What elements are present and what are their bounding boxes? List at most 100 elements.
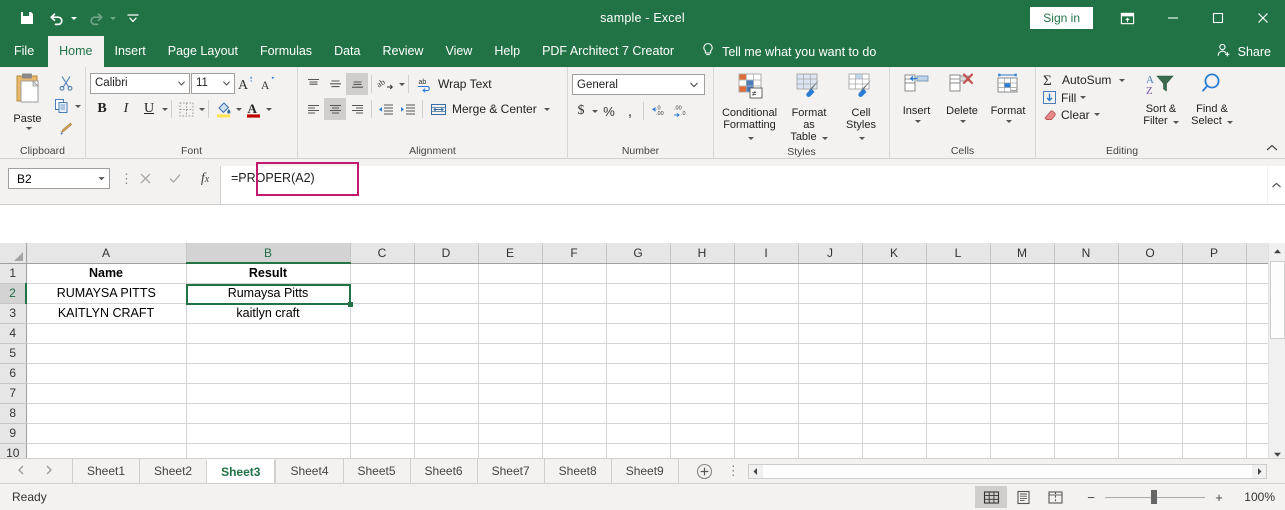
column-header-C[interactable]: C xyxy=(350,243,415,264)
column-header-P[interactable]: P xyxy=(1182,243,1247,264)
sheet-bar-grip[interactable]: ⋮ xyxy=(719,463,748,479)
cell-N6[interactable] xyxy=(1054,363,1119,384)
column-header-D[interactable]: D xyxy=(414,243,479,264)
scroll-right-button[interactable] xyxy=(1252,464,1266,478)
cell-O6[interactable] xyxy=(1118,363,1183,384)
cell-H9[interactable] xyxy=(670,423,735,444)
cell-C8[interactable] xyxy=(350,403,415,424)
cell-P5[interactable] xyxy=(1182,343,1247,364)
cell-H2[interactable] xyxy=(670,283,735,304)
cell-O9[interactable] xyxy=(1118,423,1183,444)
page-layout-view-button[interactable] xyxy=(1007,486,1039,508)
cell-I4[interactable] xyxy=(734,323,799,344)
copy-icon[interactable] xyxy=(51,95,73,117)
orientation-icon[interactable]: ab xyxy=(375,73,397,95)
cell-J4[interactable] xyxy=(798,323,863,344)
row-header-6[interactable]: 6 xyxy=(0,363,27,384)
sheet-tab-sheet4[interactable]: Sheet4 xyxy=(275,458,342,484)
sheet-tab-sheet8[interactable]: Sheet8 xyxy=(543,458,611,484)
cell-A2[interactable]: RUMAYSA PITTS xyxy=(26,283,187,304)
orientation-button[interactable]: ab xyxy=(375,73,405,95)
cell-J9[interactable] xyxy=(798,423,863,444)
cell-G6[interactable] xyxy=(606,363,671,384)
column-header-G[interactable]: G xyxy=(606,243,671,264)
row-header-8[interactable]: 8 xyxy=(0,403,27,424)
find-and-select-button[interactable]: Find & Select xyxy=(1186,70,1238,129)
borders-dropdown-icon[interactable] xyxy=(199,107,205,111)
accounting-format-button[interactable]: $ xyxy=(572,100,598,122)
cell-N3[interactable] xyxy=(1054,303,1119,324)
cell-L1[interactable] xyxy=(926,263,991,284)
cell-C4[interactable] xyxy=(350,323,415,344)
cell-E3[interactable] xyxy=(478,303,543,324)
cell-I1[interactable] xyxy=(734,263,799,284)
cell-A6[interactable] xyxy=(26,363,187,384)
vertical-scrollbar-thumb[interactable] xyxy=(1270,261,1285,339)
cell-M9[interactable] xyxy=(990,423,1055,444)
cell-H4[interactable] xyxy=(670,323,735,344)
previous-sheet-icon[interactable] xyxy=(14,464,28,478)
cell-G4[interactable] xyxy=(606,323,671,344)
cell-L9[interactable] xyxy=(926,423,991,444)
insert-cells-dropdown-icon[interactable] xyxy=(914,120,921,123)
vertical-scrollbar[interactable] xyxy=(1268,243,1285,463)
cell-M1[interactable] xyxy=(990,263,1055,284)
sheet-tab-sheet5[interactable]: Sheet5 xyxy=(342,458,410,484)
cell-K4[interactable] xyxy=(862,323,927,344)
cell-E2[interactable] xyxy=(478,283,543,304)
zoom-in-button[interactable]: + xyxy=(1213,490,1225,505)
tab-insert[interactable]: Insert xyxy=(104,36,157,67)
cell-M8[interactable] xyxy=(990,403,1055,424)
number-format-select[interactable]: General xyxy=(572,74,705,95)
cell-K3[interactable] xyxy=(862,303,927,324)
tab-review[interactable]: Review xyxy=(371,36,434,67)
cell-G5[interactable] xyxy=(606,343,671,364)
cell-M3[interactable] xyxy=(990,303,1055,324)
cell-L8[interactable] xyxy=(926,403,991,424)
cell-G1[interactable] xyxy=(606,263,671,284)
cell-I3[interactable] xyxy=(734,303,799,324)
column-header-F[interactable]: F xyxy=(542,243,607,264)
cell-H3[interactable] xyxy=(670,303,735,324)
cell-F4[interactable] xyxy=(542,323,607,344)
cell-F6[interactable] xyxy=(542,363,607,384)
tab-page-layout[interactable]: Page Layout xyxy=(157,36,249,67)
wrap-text-button[interactable]: ab Wrap Text xyxy=(412,76,496,93)
conditional-formatting-dropdown-icon[interactable] xyxy=(747,137,754,140)
cell-D5[interactable] xyxy=(414,343,479,364)
fill-dropdown-icon[interactable] xyxy=(1080,96,1087,99)
font-color-icon[interactable]: A xyxy=(242,98,264,120)
column-header-E[interactable]: E xyxy=(478,243,543,264)
sheet-tab-sheet7[interactable]: Sheet7 xyxy=(476,458,544,484)
cell-I8[interactable] xyxy=(734,403,799,424)
cell-B9[interactable] xyxy=(186,423,351,444)
cell-K2[interactable] xyxy=(862,283,927,304)
cell-B5[interactable] xyxy=(186,343,351,364)
cell-L5[interactable] xyxy=(926,343,991,364)
cell-E6[interactable] xyxy=(478,363,543,384)
clear-dropdown-icon[interactable] xyxy=(1093,113,1100,116)
cell-B3[interactable]: kaitlyn craft xyxy=(186,303,351,324)
clear-button[interactable]: Clear xyxy=(1040,106,1136,123)
cell-G7[interactable] xyxy=(606,383,671,404)
cell-D9[interactable] xyxy=(414,423,479,444)
close-button[interactable] xyxy=(1240,0,1285,36)
cancel-formula-button[interactable] xyxy=(130,168,160,189)
cell-K7[interactable] xyxy=(862,383,927,404)
cell-P1[interactable] xyxy=(1182,263,1247,284)
collapse-ribbon-icon[interactable] xyxy=(1265,142,1279,156)
cell-H6[interactable] xyxy=(670,363,735,384)
insert-cells-button[interactable]: Insert xyxy=(894,70,939,125)
merge-center-dropdown-icon[interactable] xyxy=(543,107,550,111)
increase-indent-button[interactable] xyxy=(397,98,419,120)
cell-F7[interactable] xyxy=(542,383,607,404)
zoom-out-button[interactable]: − xyxy=(1085,490,1097,505)
tab-formulas[interactable]: Formulas xyxy=(249,36,323,67)
cell-I9[interactable] xyxy=(734,423,799,444)
cell-A8[interactable] xyxy=(26,403,187,424)
center-align-button[interactable] xyxy=(324,98,346,120)
cell-F1[interactable] xyxy=(542,263,607,284)
cell-O2[interactable] xyxy=(1118,283,1183,304)
cell-P9[interactable] xyxy=(1182,423,1247,444)
undo-icon[interactable] xyxy=(44,5,70,31)
